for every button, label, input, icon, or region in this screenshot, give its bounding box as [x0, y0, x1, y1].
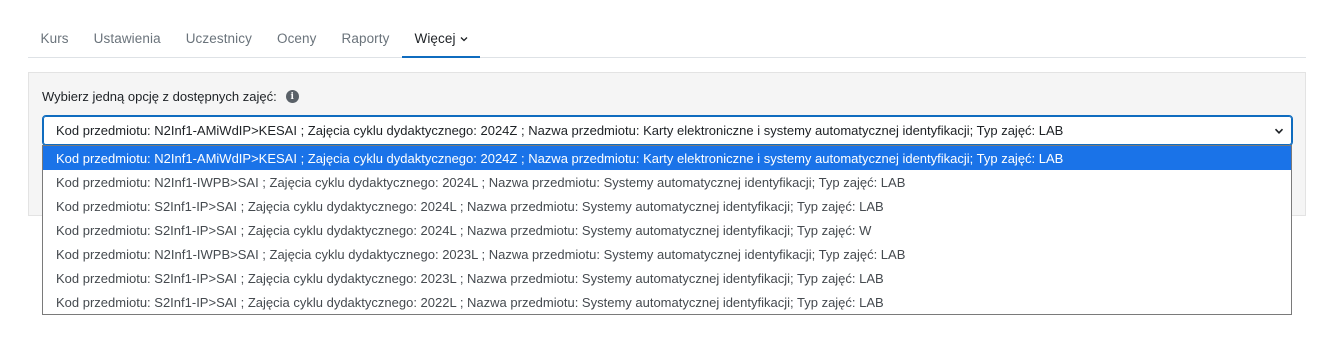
select-option[interactable]: Kod przedmiotu: S2Inf1-IP>SAI ; Zajęcia … — [43, 218, 1291, 242]
tab-label: Uczestnicy — [185, 31, 252, 46]
course-select[interactable]: Kod przedmiotu: N2Inf1-AMiWdIP>KESAI ; Z… — [42, 115, 1293, 146]
chevron-down-icon — [1274, 128, 1284, 134]
chevron-down-icon — [460, 34, 468, 44]
tab-oceny[interactable]: Oceny — [264, 20, 329, 57]
tab-ustawienia[interactable]: Ustawienia — [81, 20, 173, 57]
tab-kurs[interactable]: Kurs — [28, 20, 81, 57]
course-nav-tabs: Kurs Ustawienia Uczestnicy Oceny Raporty… — [28, 20, 1306, 58]
select-option[interactable]: Kod przedmiotu: S2Inf1-IP>SAI ; Zajęcia … — [43, 194, 1291, 218]
select-option[interactable]: Kod przedmiotu: S2Inf1-IP>SAI ; Zajęcia … — [43, 290, 1291, 314]
info-circle-icon[interactable]: i — [285, 90, 299, 103]
tab-label: Więcej — [414, 31, 456, 46]
tab-label: Kurs — [40, 31, 69, 46]
tab-uczestnicy[interactable]: Uczestnicy — [173, 20, 264, 57]
tab-label: Ustawienia — [93, 31, 161, 46]
select-prompt: Wybierz jedną opcję z dostępnych zajęć: … — [42, 89, 299, 104]
tab-raporty[interactable]: Raporty — [329, 20, 402, 57]
select-option[interactable]: Kod przedmiotu: S2Inf1-IP>SAI ; Zajęcia … — [43, 266, 1291, 290]
tab-label: Oceny — [276, 31, 317, 46]
prompt-label: Wybierz jedną opcję z dostępnych zajęć: — [42, 89, 277, 104]
tab-wiecej[interactable]: Więcej — [401, 20, 481, 58]
select-option[interactable]: Kod przedmiotu: N2Inf1-AMiWdIP>KESAI ; Z… — [43, 146, 1291, 170]
tab-label: Raporty — [341, 31, 390, 46]
select-value: Kod przedmiotu: N2Inf1-AMiWdIP>KESAI ; Z… — [56, 123, 1064, 138]
select-option[interactable]: Kod przedmiotu: N2Inf1-IWPB>SAI ; Zajęci… — [43, 170, 1291, 194]
select-option[interactable]: Kod przedmiotu: N2Inf1-IWPB>SAI ; Zajęci… — [43, 242, 1291, 266]
select-options-list: Kod przedmiotu: N2Inf1-AMiWdIP>KESAI ; Z… — [42, 145, 1292, 315]
